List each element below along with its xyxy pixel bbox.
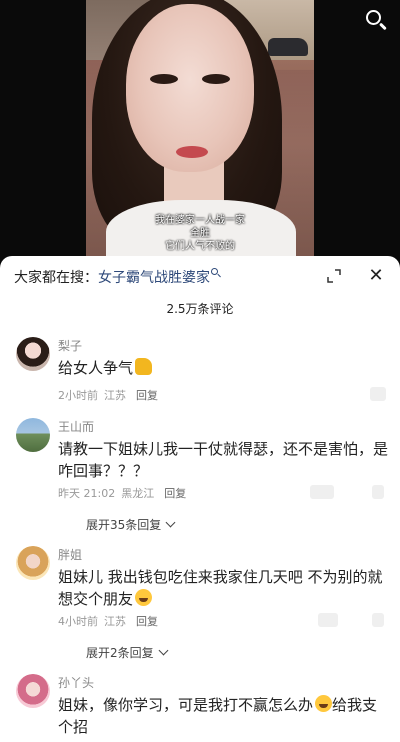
video-subtitle-line-3: 它们人气不败的	[165, 241, 235, 252]
comment-username[interactable]: 王山而	[58, 418, 94, 435]
expand-icon	[327, 269, 341, 283]
like-area-placeholder	[372, 485, 384, 499]
comment-time: 2小时前	[58, 389, 98, 402]
comment-meta: 2小时前 江苏 回复	[58, 387, 158, 403]
video-player[interactable]: 我在婆家一人战一家 全胜 它们人气不败的	[0, 0, 400, 262]
comment-text: 请教一下姐妹儿我一干仗就得瑟，还不是害怕，是咋回事？？？	[58, 440, 389, 480]
avatar[interactable]	[16, 674, 50, 708]
comment-location: 黑龙江	[121, 487, 155, 500]
smile-emoji-icon	[135, 589, 153, 606]
comment-text-part-1: 姐妹，像你学习，可是我打不赢怎么办	[58, 696, 314, 714]
expand-replies-label: 展开35条回复	[86, 518, 162, 532]
person-lips	[176, 146, 208, 158]
expand-replies-button[interactable]: 展开2条回复	[86, 644, 169, 661]
comment-text-content: 姐妹儿 我出钱包吃住来我家住几天吧 不为别的就想交个朋友	[58, 568, 383, 608]
comment-meta: 4小时前 江苏 回复	[58, 613, 158, 629]
background-car	[268, 38, 308, 56]
comment-count: 2.5万条评论	[166, 302, 234, 316]
mini-search-icon	[211, 268, 221, 278]
chevron-down-icon	[165, 517, 176, 528]
expand-replies-label: 展开2条回复	[86, 646, 154, 660]
thumbs-up-emoji-icon	[135, 358, 153, 375]
search-button[interactable]	[362, 6, 390, 34]
expand-replies-button[interactable]: 展开35条回复	[86, 516, 176, 533]
close-icon: ✕	[368, 265, 384, 286]
crying-emoji-icon	[315, 695, 333, 712]
person-face	[126, 4, 254, 172]
trending-search-prefix: 大家都在搜：	[14, 270, 98, 286]
comment-text: 姐妹，像你学习，可是我打不赢怎么办 给我支个招	[58, 694, 388, 738]
comment-username[interactable]: 梨子	[58, 337, 82, 354]
person-eye-left	[150, 74, 178, 84]
comment-sheet-header: 大家都在搜：女子霸气战胜婆家 ✕	[0, 256, 400, 296]
reply-button[interactable]: 回复	[136, 389, 158, 402]
reply-button[interactable]: 回复	[136, 615, 158, 628]
comment-location: 江苏	[104, 389, 126, 402]
comment-text: 姐妹儿 我出钱包吃住来我家住几天吧 不为别的就想交个朋友	[58, 566, 388, 610]
video-subtitle-line-2: 全胜	[190, 228, 210, 239]
trending-search-term[interactable]: 女子霸气战胜婆家	[98, 270, 210, 286]
person-eye-right	[202, 74, 230, 84]
comment-username[interactable]: 胖姐	[58, 546, 82, 563]
comment-text: 给女人争气	[58, 357, 388, 379]
like-area-placeholder	[372, 613, 384, 627]
comment-text-content: 给女人争气	[58, 359, 134, 377]
comment-sheet: 大家都在搜：女子霸气战胜婆家 ✕ 2.5万条评论 梨子 给女人争气 2小时前 江苏…	[0, 256, 400, 742]
avatar[interactable]	[16, 337, 50, 371]
avatar[interactable]	[16, 546, 50, 580]
chevron-down-icon	[158, 645, 169, 656]
comment-username[interactable]: 孙丫头	[58, 674, 94, 691]
video-frame: 我在婆家一人战一家 全胜 它们人气不败的	[86, 0, 314, 262]
close-button[interactable]: ✕	[366, 266, 386, 286]
comment-time: 昨天 21:02	[58, 487, 116, 500]
like-area-placeholder	[318, 613, 338, 627]
comment-meta: 昨天 21:02 黑龙江 回复	[58, 485, 186, 501]
comment-location: 江苏	[104, 615, 126, 628]
video-subtitle-line-1: 我在婆家一人战一家	[155, 215, 245, 226]
like-area-placeholder	[370, 387, 386, 401]
like-area-placeholder	[310, 485, 334, 499]
comment-time: 4小时前	[58, 615, 98, 628]
expand-sheet-button[interactable]	[326, 268, 342, 284]
trending-search-suggestion[interactable]: 大家都在搜：女子霸气战胜婆家	[14, 267, 221, 287]
reply-button[interactable]: 回复	[164, 487, 186, 500]
avatar[interactable]	[16, 418, 50, 452]
